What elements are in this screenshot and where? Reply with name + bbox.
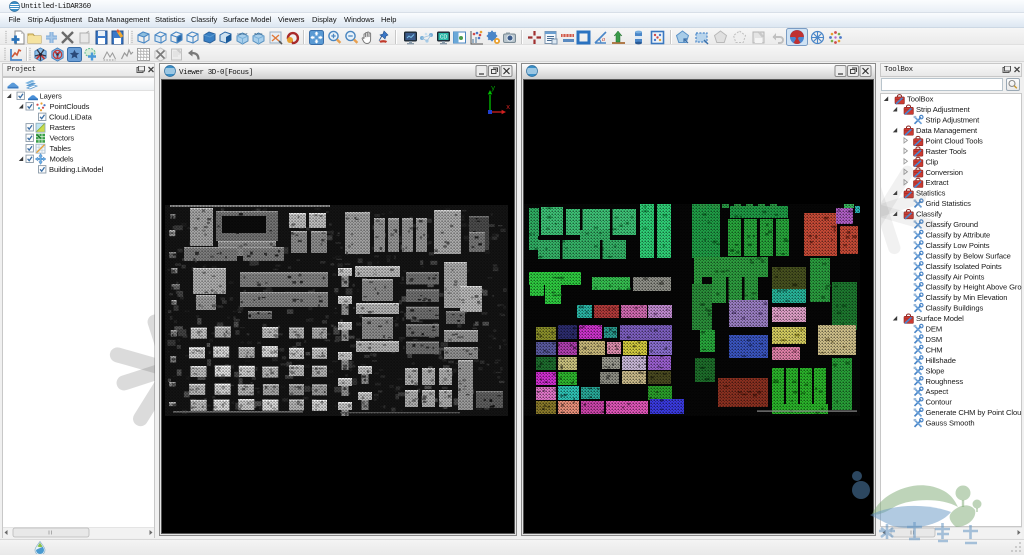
svg-text:CHM: CHM bbox=[926, 345, 943, 354]
svg-text:Hillshade: Hillshade bbox=[926, 356, 956, 365]
svg-text:Classify Isolated Points: Classify Isolated Points bbox=[926, 262, 1002, 271]
svg-text:Statistics: Statistics bbox=[916, 189, 946, 198]
svg-text:Conversion: Conversion bbox=[926, 168, 963, 177]
svg-text:Classify: Classify bbox=[916, 210, 942, 219]
svg-text:Classify by Below Surface: Classify by Below Surface bbox=[926, 251, 1011, 260]
svg-text:Classify by Attribute: Classify by Attribute bbox=[926, 230, 991, 239]
svg-text:Surface Model: Surface Model bbox=[916, 314, 964, 323]
svg-text:Roughness: Roughness bbox=[926, 377, 964, 386]
svg-text:Aspect: Aspect bbox=[926, 387, 950, 396]
svg-text:DSM: DSM bbox=[926, 335, 943, 344]
svg-text:Extract: Extract bbox=[926, 178, 950, 187]
svg-text:Classify Ground: Classify Ground bbox=[926, 220, 979, 229]
svg-text:Classify Buildings: Classify Buildings bbox=[926, 304, 984, 313]
svg-text:DEM: DEM bbox=[926, 325, 943, 334]
svg-text:Strip Adjustment: Strip Adjustment bbox=[926, 116, 981, 125]
svg-text:Classify by Min Elevation: Classify by Min Elevation bbox=[926, 293, 1008, 302]
svg-text:Data Management: Data Management bbox=[916, 126, 978, 135]
svg-text:Point Cloud Tools: Point Cloud Tools bbox=[926, 136, 984, 145]
svg-text:Slope: Slope bbox=[926, 366, 945, 375]
svg-text:Generate CHM by Point Clou: Generate CHM by Point Clou bbox=[926, 408, 1022, 417]
svg-text:Classify Low Points: Classify Low Points bbox=[926, 241, 990, 250]
svg-text:Contour: Contour bbox=[926, 398, 953, 407]
svg-text:Classify Air Points: Classify Air Points bbox=[926, 272, 985, 281]
svg-text:Grid Statistics: Grid Statistics bbox=[926, 199, 972, 208]
svg-text:Clip: Clip bbox=[926, 157, 939, 166]
svg-text:Classify by Height Above Gro: Classify by Height Above Gro bbox=[926, 283, 1022, 292]
svg-text:ToolBox: ToolBox bbox=[907, 95, 934, 104]
svg-text:Gauss Smooth: Gauss Smooth bbox=[926, 419, 975, 428]
svg-text:Raster Tools: Raster Tools bbox=[926, 147, 967, 156]
svg-text:Strip Adjustment: Strip Adjustment bbox=[916, 105, 971, 114]
